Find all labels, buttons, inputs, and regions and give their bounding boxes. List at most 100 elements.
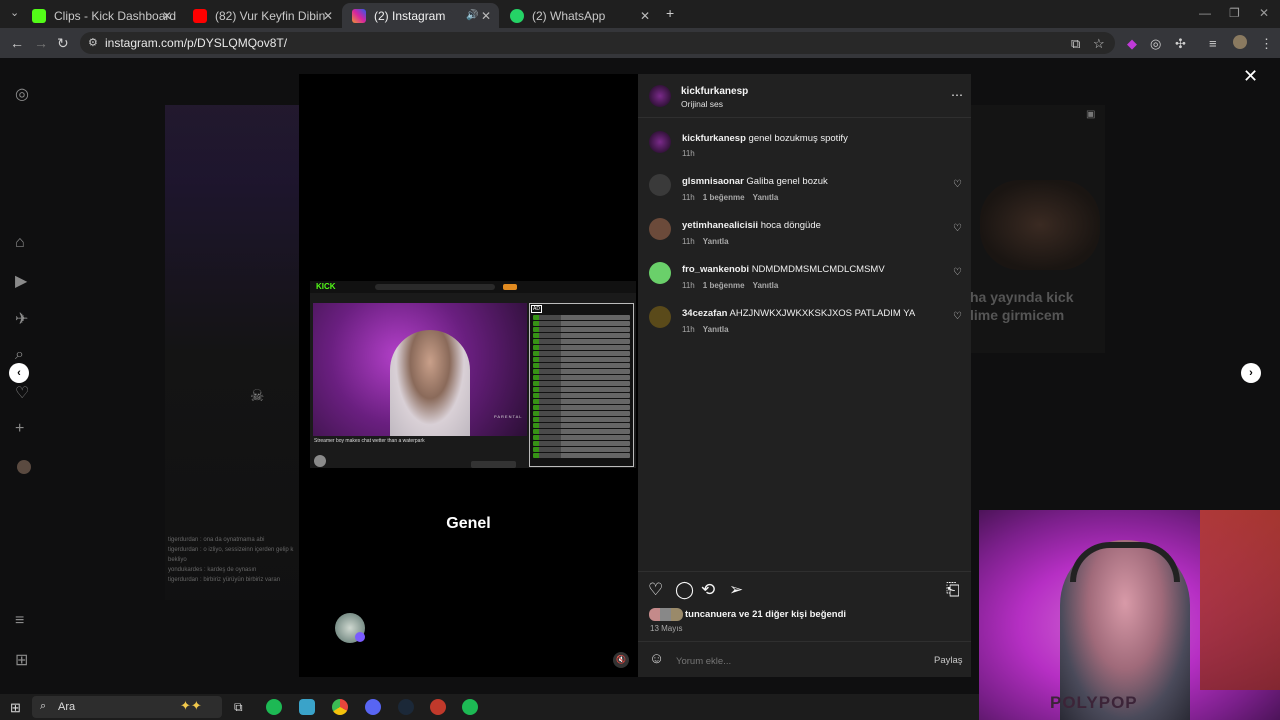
comment-avatar[interactable] xyxy=(649,218,671,240)
steam-app-icon[interactable] xyxy=(398,699,414,715)
comment-meta: 11h Yanıtla xyxy=(682,237,729,246)
browser-tab-strip: ⌄ Clips - Kick Dashboard ✕ (82) Vur Keyf… xyxy=(0,0,1280,28)
reply-button[interactable]: Yanıtla xyxy=(753,281,779,290)
extension-icon[interactable]: ◎ xyxy=(1150,36,1161,52)
audio-label[interactable]: Orijinal ses xyxy=(681,99,723,109)
emoji-icon[interactable]: ☺ xyxy=(649,650,664,667)
comment-meta: 11h Yanıtla xyxy=(682,325,729,334)
windows-start-icon[interactable]: ⊞ xyxy=(10,700,21,716)
new-tab-icon[interactable]: + xyxy=(666,5,674,21)
close-icon[interactable]: ✕ xyxy=(1243,66,1258,87)
streamer-figure xyxy=(390,330,470,436)
close-icon[interactable]: ✕ xyxy=(640,9,650,23)
tab-instagram[interactable]: (2) Instagram 🔊 ✕ xyxy=(342,3,499,28)
close-icon[interactable]: ✕ xyxy=(162,9,172,23)
reply-button[interactable]: Yanıtla xyxy=(703,325,729,334)
post-comment-button[interactable]: Paylaş xyxy=(934,655,963,666)
comment-avatar[interactable] xyxy=(649,306,671,328)
messages-icon[interactable]: ✈ xyxy=(15,309,28,329)
comment-input[interactable] xyxy=(676,654,916,668)
window-close-icon[interactable]: ✕ xyxy=(1259,6,1269,20)
notifications-heart-icon[interactable]: ♡ xyxy=(15,383,29,403)
comment-text: Galiba genel bozuk xyxy=(746,176,828,187)
reload-icon[interactable]: ↻ xyxy=(57,35,69,52)
install-icon[interactable]: ⧉ xyxy=(1071,36,1080,52)
likes-rest[interactable]: ve 21 diğer kişi beğendi xyxy=(739,609,846,620)
next-post-icon[interactable]: › xyxy=(1241,363,1261,383)
tab-youtube[interactable]: (82) Vur Keyfin Dibine (feat. Dy ✕ xyxy=(183,3,341,28)
comment-username[interactable]: 34cezafan xyxy=(682,308,727,319)
like-comment-icon[interactable]: ♡ xyxy=(953,267,962,278)
comment-avatar[interactable] xyxy=(649,262,671,284)
author-avatar[interactable] xyxy=(649,85,671,107)
url-text[interactable]: instagram.com/p/DYSLQMQov8T/ xyxy=(105,36,287,50)
mute-toggle-icon[interactable]: 🔇 xyxy=(613,652,629,668)
app-icon[interactable] xyxy=(430,699,446,715)
app-icon[interactable] xyxy=(299,699,315,715)
tab-kick[interactable]: Clips - Kick Dashboard ✕ xyxy=(22,3,180,28)
comment-likes[interactable]: 1 beğenme xyxy=(703,281,745,290)
speaker-icon[interactable]: 🔊 xyxy=(466,10,478,21)
more-options-icon[interactable]: ⋯ xyxy=(951,88,963,102)
collab-badge-icon xyxy=(355,632,365,642)
back-icon[interactable]: ← xyxy=(10,35,24,51)
spotify-like-app-icon[interactable] xyxy=(266,699,282,715)
reading-list-icon[interactable]: ≡ xyxy=(1209,36,1217,51)
like-comment-icon[interactable]: ♡ xyxy=(953,179,962,190)
tab-whatsapp[interactable]: (2) WhatsApp ✕ xyxy=(500,3,658,28)
likes-summary[interactable]: tuncanuera ve 21 diğer kişi beğendi xyxy=(685,609,846,620)
minimize-icon[interactable]: — xyxy=(1199,6,1211,20)
site-info-icon[interactable]: ⚙ xyxy=(88,36,98,49)
ghost-icon: ☠ xyxy=(250,388,265,405)
chrome-app-icon[interactable] xyxy=(332,699,348,715)
comment-likes[interactable]: 1 beğenme xyxy=(703,193,745,202)
more-menu-icon[interactable]: ≡ xyxy=(15,612,24,630)
extensions-puzzle-icon[interactable]: ✣ xyxy=(1175,36,1186,52)
comment-username[interactable]: fro_wankenobi xyxy=(682,264,749,275)
prev-post-icon[interactable]: ‹ xyxy=(9,363,29,383)
comment-username[interactable]: glsmnisaonar xyxy=(682,176,744,187)
tab-title: Clips - Kick Dashboard xyxy=(54,8,177,23)
menu-icon[interactable]: ⋮ xyxy=(1260,36,1273,52)
caption-username[interactable]: kickfurkanesp xyxy=(682,133,746,144)
restore-icon[interactable]: ❐ xyxy=(1229,6,1240,20)
discord-app-icon[interactable] xyxy=(365,699,381,715)
comment-username[interactable]: yetimhanealicisii xyxy=(682,220,758,231)
profile-avatar[interactable] xyxy=(1233,35,1247,49)
comment-bubble-icon[interactable]: ◯ xyxy=(675,580,694,600)
author-username[interactable]: kickfurkanesp xyxy=(681,86,748,97)
comment-avatar[interactable] xyxy=(649,174,671,196)
task-view-icon[interactable]: ⧉ xyxy=(234,700,243,715)
reply-button[interactable]: Yanıtla xyxy=(753,193,779,202)
reply-button[interactable]: Yanıtla xyxy=(703,237,729,246)
caption-avatar[interactable] xyxy=(649,131,671,153)
meta-apps-icon[interactable]: ⊞ xyxy=(15,650,28,670)
background-post-text: ha yayında kick lime girmicem xyxy=(970,289,1074,323)
save-bookmark-icon[interactable]: ⎗ xyxy=(946,580,960,600)
spotify-app-icon[interactable] xyxy=(462,699,478,715)
comment-text: NDMDMDMSMLCMDLCMSMV xyxy=(751,264,885,275)
close-icon[interactable]: ✕ xyxy=(481,9,491,23)
forward-icon[interactable]: → xyxy=(34,35,48,51)
home-icon[interactable]: ⌂ xyxy=(15,234,25,252)
search-icon[interactable]: ⌕ xyxy=(15,346,24,364)
extension-icon[interactable]: ◆ xyxy=(1127,36,1137,52)
youtube-favicon-icon xyxy=(193,8,207,23)
share-paper-plane-icon[interactable]: ➢ xyxy=(729,580,743,600)
caption-time: 11h xyxy=(682,149,695,158)
bookmark-star-icon[interactable]: ☆ xyxy=(1093,36,1105,52)
tab-search-icon[interactable]: ⌄ xyxy=(10,6,19,19)
repost-icon[interactable]: ⟲ xyxy=(701,580,715,600)
create-icon[interactable]: + xyxy=(15,420,24,438)
close-icon[interactable]: ✕ xyxy=(323,9,333,23)
like-comment-icon[interactable]: ♡ xyxy=(953,223,962,234)
likes-user[interactable]: tuncanuera xyxy=(685,609,736,620)
like-comment-icon[interactable]: ♡ xyxy=(953,311,962,322)
whatsapp-favicon-icon xyxy=(510,8,524,23)
stream-title: Streamer boy makes chat wetter than a wa… xyxy=(314,438,425,444)
instagram-logo-icon[interactable]: ◎ xyxy=(15,84,29,104)
like-heart-icon[interactable]: ♡ xyxy=(648,580,663,600)
reels-icon[interactable]: ▶ xyxy=(15,271,27,291)
profile-avatar[interactable] xyxy=(17,460,31,474)
comment: yetimhanealicisii hoca döngüde xyxy=(682,220,821,231)
